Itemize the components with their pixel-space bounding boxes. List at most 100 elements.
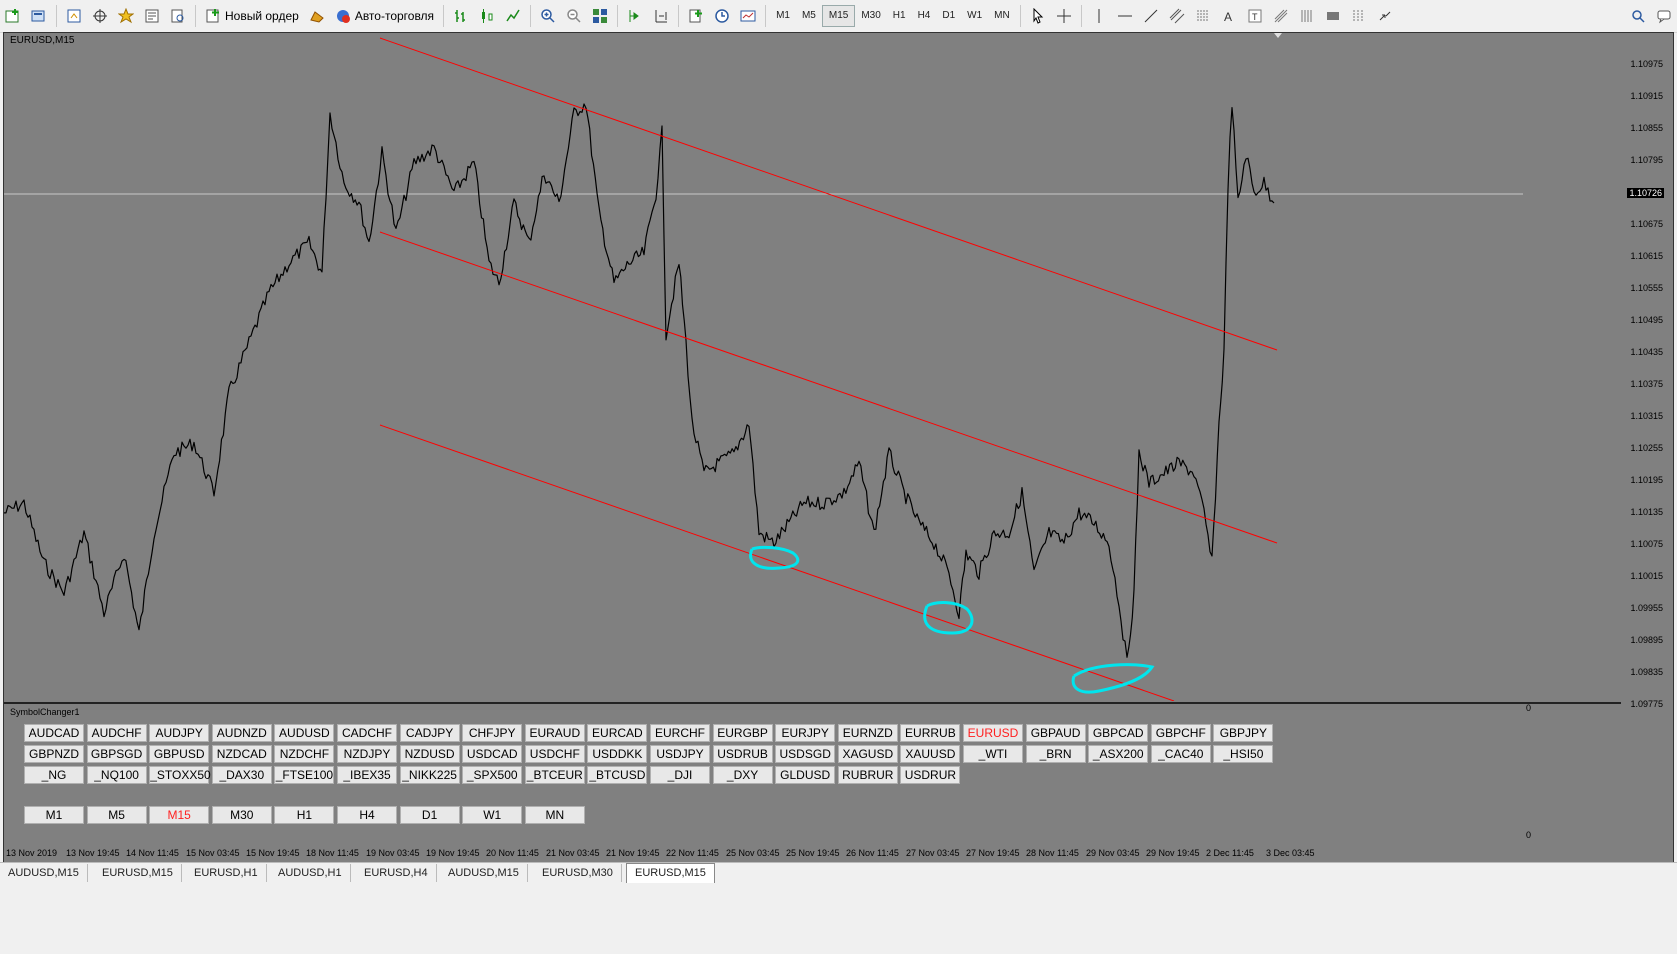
timeframe-m5[interactable]: M5 — [796, 6, 822, 26]
symbol-button-gbpnzd[interactable]: GBPNZD — [24, 745, 84, 763]
new-order-button[interactable]: Новый ордер — [201, 4, 303, 28]
tf-button-mn[interactable]: MN — [524, 806, 585, 824]
symbol-button-eurusd[interactable]: EURUSD — [963, 724, 1023, 742]
tile-windows-button[interactable] — [588, 4, 612, 28]
symbol-button-nzdchf[interactable]: NZDCHF — [274, 745, 335, 763]
symbol-button-nzdusd[interactable]: NZDUSD — [399, 745, 460, 763]
symbol-button-gldusd[interactable]: GLDUSD — [775, 766, 836, 784]
text-button[interactable]: A — [1217, 4, 1241, 28]
tf-button-d1[interactable]: D1 — [399, 806, 460, 824]
timeframe-mn[interactable]: MN — [988, 6, 1016, 26]
timeframe-d1[interactable]: D1 — [936, 6, 961, 26]
navigator-button[interactable] — [114, 4, 138, 28]
line-chart-button[interactable] — [501, 4, 525, 28]
symbol-button-audchf[interactable]: AUDCHF — [86, 724, 147, 742]
horizontal-line-button[interactable] — [1113, 4, 1137, 28]
symbol-button-hsi50[interactable]: _HSI50 — [1213, 745, 1274, 763]
gann-grid-button[interactable] — [1295, 4, 1319, 28]
chart-shift-button[interactable] — [649, 4, 673, 28]
symbol-button-nikk225[interactable]: _NIKK225 — [399, 766, 460, 784]
fibonacci-button[interactable] — [1191, 4, 1215, 28]
text-label-button[interactable]: T — [1243, 4, 1267, 28]
symbol-button-audcad[interactable]: AUDCAD — [24, 724, 84, 742]
zoom-in-button[interactable] — [536, 4, 560, 28]
meta-editor-button[interactable] — [305, 4, 329, 28]
templates-button[interactable] — [736, 4, 760, 28]
symbol-button-dax30[interactable]: _DAX30 — [211, 766, 272, 784]
timeframe-h4[interactable]: H4 — [912, 6, 937, 26]
symbol-button-cac40[interactable]: _CAC40 — [1150, 745, 1211, 763]
zoom-out-button[interactable] — [562, 4, 586, 28]
symbol-button-cadjpy[interactable]: CADJPY — [399, 724, 460, 742]
symbol-button-spx500[interactable]: _SPX500 — [462, 766, 523, 784]
channel-middle-line[interactable] — [379, 231, 1278, 544]
arrows-button[interactable] — [1373, 4, 1397, 28]
rectangle-button[interactable] — [1321, 4, 1345, 28]
symbol-button-gbpsgd[interactable]: GBPSGD — [86, 745, 147, 763]
symbol-button-ftse100[interactable]: _FTSE100 — [274, 766, 335, 784]
chart-shift-marker[interactable] — [1274, 33, 1282, 38]
chat-button[interactable] — [1652, 4, 1676, 28]
channel-button[interactable] — [1165, 4, 1189, 28]
timeframe-m1[interactable]: M1 — [770, 6, 796, 26]
symbol-button-gbpchf[interactable]: GBPCHF — [1150, 724, 1211, 742]
terminal-button[interactable] — [140, 4, 164, 28]
periods-button[interactable] — [710, 4, 734, 28]
chart-tab[interactable]: EURUSD,H4 — [356, 864, 437, 882]
chart-tab[interactable]: AUDUSD,H1 — [270, 864, 351, 882]
indicators-button[interactable] — [684, 4, 708, 28]
symbol-button-usdchf[interactable]: USDCHF — [524, 745, 585, 763]
symbol-button-xauusd[interactable]: XAUUSD — [900, 745, 961, 763]
cycle-lines-button[interactable] — [1347, 4, 1371, 28]
symbol-button-eurrub[interactable]: EURRUB — [900, 724, 961, 742]
auto-trading-button[interactable]: Авто-торговля — [331, 4, 438, 28]
tf-button-m5[interactable]: M5 — [86, 806, 147, 824]
chart-tab[interactable]: AUDUSD,M15 — [440, 864, 528, 882]
crosshair-button[interactable] — [1052, 4, 1076, 28]
auto-scroll-button[interactable] — [623, 4, 647, 28]
candlestick-button[interactable] — [475, 4, 499, 28]
chart-tab[interactable]: AUDUSD,M15 — [0, 864, 88, 882]
symbol-button-usddkk[interactable]: USDDKK — [587, 745, 648, 763]
tf-button-h4[interactable]: H4 — [337, 806, 397, 824]
symbol-button-gbpusd[interactable]: GBPUSD — [149, 745, 210, 763]
symbol-button-xagusd[interactable]: XAGUSD — [837, 745, 898, 763]
symbol-button-dji[interactable]: _DJI — [650, 766, 710, 784]
vertical-line-button[interactable] — [1087, 4, 1111, 28]
search-button[interactable] — [1626, 4, 1650, 28]
symbol-button-wti[interactable]: _WTI — [963, 745, 1023, 763]
timeframe-m30[interactable]: M30 — [855, 6, 886, 26]
timeframe-w1[interactable]: W1 — [961, 6, 988, 26]
symbol-button-audusd[interactable]: AUDUSD — [274, 724, 335, 742]
chart-tab[interactable]: EURUSD,M30 — [534, 864, 622, 882]
symbol-button-eurgbp[interactable]: EURGBP — [712, 724, 773, 742]
symbol-button-cadchf[interactable]: CADCHF — [337, 724, 397, 742]
tf-button-m1[interactable]: M1 — [24, 806, 84, 824]
symbol-button-asx200[interactable]: _ASX200 — [1088, 745, 1149, 763]
symbol-button-nzdjpy[interactable]: NZDJPY — [337, 745, 397, 763]
timeframe-m15[interactable]: M15 — [821, 5, 856, 27]
symbol-button-btceur[interactable]: _BTCEUR — [524, 766, 585, 784]
symbol-button-audnzd[interactable]: AUDNZD — [211, 724, 272, 742]
data-window-button[interactable] — [88, 4, 112, 28]
symbol-button-nzdcad[interactable]: NZDCAD — [211, 745, 272, 763]
symbol-button-usdrub[interactable]: USDRUB — [712, 745, 773, 763]
pitchfork-button[interactable] — [1269, 4, 1293, 28]
symbol-button-eurnzd[interactable]: EURNZD — [837, 724, 898, 742]
symbol-button-audjpy[interactable]: AUDJPY — [149, 724, 210, 742]
chart-tab[interactable]: EURUSD,M15 — [626, 863, 715, 884]
symbol-button-eurcad[interactable]: EURCAD — [587, 724, 648, 742]
symbol-button-brn[interactable]: _BRN — [1025, 745, 1086, 763]
market-watch-button[interactable] — [62, 4, 86, 28]
symbol-button-gbpjpy[interactable]: GBPJPY — [1213, 724, 1274, 742]
symbol-button-dxy[interactable]: _DXY — [712, 766, 773, 784]
chart-window[interactable]: EURUSD,M15 1.10975 1.10915 1.10855 1.10795 1… — [3, 32, 1674, 887]
bar-chart-button[interactable] — [449, 4, 473, 28]
cursor-button[interactable] — [1026, 4, 1050, 28]
chart-tab[interactable]: EURUSD,H1 — [186, 864, 267, 882]
tf-button-m30[interactable]: M30 — [211, 806, 272, 824]
trendline-button[interactable] — [1139, 4, 1163, 28]
symbol-button-gbpcad[interactable]: GBPCAD — [1088, 724, 1149, 742]
timeframe-h1[interactable]: H1 — [887, 6, 912, 26]
symbol-button-usdjpy[interactable]: USDJPY — [650, 745, 710, 763]
